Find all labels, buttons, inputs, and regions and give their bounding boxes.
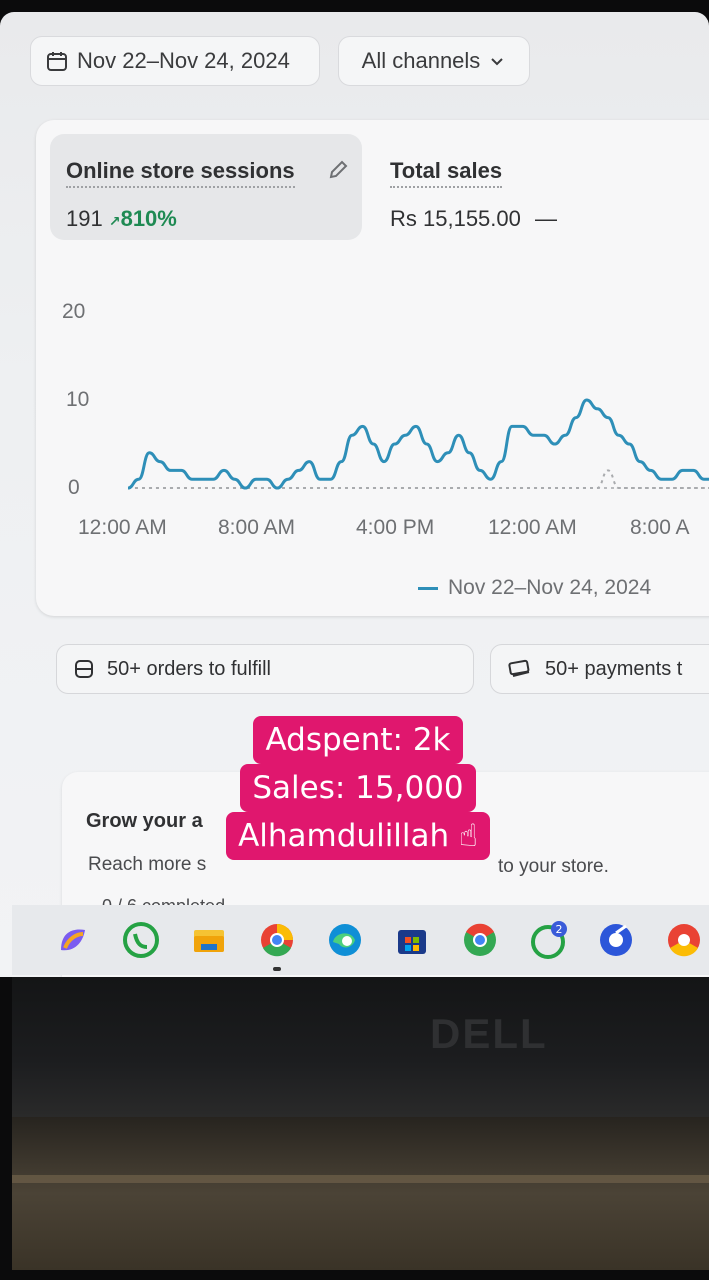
x-tick-3: 12:00 AM — [488, 516, 577, 539]
date-range-picker[interactable]: Nov 22–Nov 24, 2024 — [30, 36, 320, 86]
x-tick-2: 4:00 PM — [356, 516, 435, 539]
grow-card-description: Reach more s — [88, 854, 207, 875]
legend-swatch — [418, 586, 438, 590]
analytics-card: Online store sessions 191 ↗810% Total sa… — [36, 120, 709, 616]
browser-icon[interactable] — [591, 915, 641, 965]
chrome-icon[interactable] — [252, 915, 302, 971]
laptop-bezel — [12, 977, 709, 1117]
story-text-overlay: Adspent: 2k Sales: 15,000 Alhamdulillah … — [222, 716, 494, 882]
legend-label: Nov 22–Nov 24, 2024 — [448, 576, 652, 599]
overlay-line-alhamdulillah: Alhamdulillah ☝ — [226, 812, 490, 860]
chevron-down-icon — [491, 58, 504, 66]
grow-card-title: Grow your a — [86, 810, 203, 832]
chart-legend: Nov 22–Nov 24, 2024 — [418, 576, 651, 600]
whatsapp-business-icon[interactable]: 2 — [523, 915, 573, 965]
active-indicator — [272, 967, 281, 971]
file-explorer-icon[interactable] — [184, 915, 234, 965]
chrome-alt-icon[interactable] — [659, 915, 709, 965]
sessions-line-chart — [127, 398, 709, 490]
copilot-icon[interactable] — [48, 915, 98, 965]
chrome-profile-icon[interactable] — [455, 915, 505, 965]
x-tick-0: 12:00 AM — [78, 516, 167, 539]
laptop-screen: Nov 22–Nov 24, 2024 All channels Online … — [0, 12, 709, 977]
orders-to-fulfill-label: 50+ orders to fulfill — [107, 657, 271, 680]
sessions-series-line — [127, 398, 709, 490]
windows-taskbar: 2 — [12, 905, 709, 975]
calendar-icon — [47, 52, 67, 71]
payments-button[interactable]: 50+ payments t — [490, 644, 709, 694]
x-tick-1: 8:00 AM — [218, 516, 296, 539]
whatsapp-icon[interactable] — [116, 915, 166, 965]
orders-to-fulfill-button[interactable]: 50+ orders to fulfill — [56, 644, 474, 694]
laptop-keyboard — [12, 1117, 709, 1270]
edge-icon[interactable] — [320, 915, 370, 965]
keyboard-edge — [12, 1175, 709, 1183]
overlay-line-adspent: Adspent: 2k — [253, 716, 463, 764]
channel-filter[interactable]: All channels — [338, 36, 530, 86]
svg-text:2: 2 — [556, 923, 563, 936]
orders-icon — [75, 660, 93, 678]
payments-icon — [508, 659, 530, 677]
overlay-line-sales: Sales: 15,000 — [240, 764, 476, 812]
channel-label: All channels — [361, 48, 481, 73]
dell-logo: DELL — [430, 1010, 548, 1057]
grow-card-description-tail: to your store. — [498, 856, 609, 877]
store-icon[interactable] — [388, 915, 438, 965]
payments-label: 50+ payments t — [545, 657, 683, 680]
x-tick-4: 8:00 A — [630, 516, 690, 539]
date-range-label: Nov 22–Nov 24, 2024 — [77, 48, 290, 73]
